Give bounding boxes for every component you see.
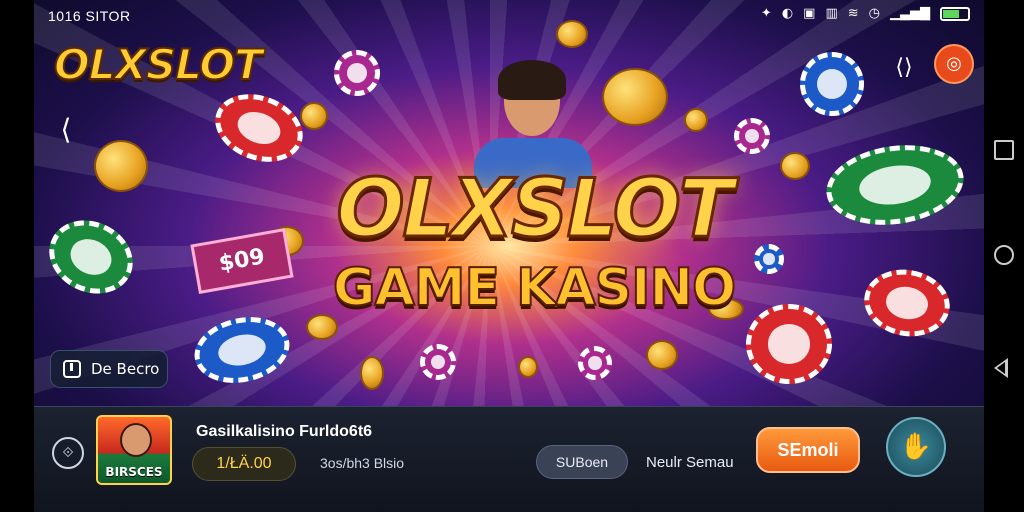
gold-coin xyxy=(360,356,384,390)
recent-apps-icon[interactable] xyxy=(994,140,1014,160)
casino-chip xyxy=(578,346,612,380)
system-nav-bar xyxy=(984,0,1024,512)
thumbnail-face xyxy=(120,423,152,457)
avatar[interactable]: ✋ xyxy=(886,417,946,477)
text-link[interactable]: Neulr Semau xyxy=(646,454,734,471)
system-back-icon[interactable] xyxy=(994,358,1008,378)
balance-label: 3os/bh3 Blsio xyxy=(320,455,405,471)
casino-chip xyxy=(800,52,864,116)
bottom-panel: ⟐ BIRSCES Gasilkalisino Furldo6t6 1/ŁÄ.0… xyxy=(34,406,984,512)
hero-subtitle: GAME KASINO xyxy=(332,257,737,319)
game-thumbnail-label: BIRSCES xyxy=(105,465,163,479)
signal-strength-icon: ▥ xyxy=(825,6,838,21)
secondary-button[interactable]: SUBoen xyxy=(536,445,628,479)
gold-coin xyxy=(646,340,678,370)
gold-coin xyxy=(780,152,810,180)
casino-chip xyxy=(420,344,456,380)
notification-icon: ✦ xyxy=(760,6,772,21)
game-thumbnail[interactable]: BIRSCES xyxy=(96,415,172,485)
cta-button[interactable]: SEmoli xyxy=(756,427,860,473)
game-title: Gasilkalisino Furldo6t6 xyxy=(196,423,373,440)
gold-coin xyxy=(518,356,538,378)
status-bar: 1016 SITOR ✦ ◐ ▣ ▥ ≋ ◷ ▁▃▅▇ xyxy=(34,0,984,32)
demo-button-label: De Becro xyxy=(91,360,160,378)
menu-icon[interactable]: ⟐ xyxy=(52,437,84,469)
share-icon[interactable]: ⟨⟩ xyxy=(886,50,922,86)
gold-coin xyxy=(684,108,708,132)
cell-signal-icon: ▁▃▅▇ xyxy=(890,6,930,21)
profile-icon[interactable]: ◎ xyxy=(934,44,974,84)
gold-coin xyxy=(556,20,588,48)
app-logo: OLXSLOT xyxy=(53,39,264,90)
wifi-icon: ≋ xyxy=(847,6,859,21)
gold-coin xyxy=(94,140,148,192)
app-screen: 1016 SITOR ✦ ◐ ▣ ▥ ≋ ◷ ▁▃▅▇ OLXSLOT ⟨ ⟨⟩… xyxy=(34,0,984,512)
battery-icon xyxy=(940,6,970,21)
alarm-icon: ◐ xyxy=(781,6,794,21)
character-hair xyxy=(498,60,566,100)
demo-icon xyxy=(63,360,81,378)
back-icon[interactable]: ⟨ xyxy=(48,112,84,148)
casino-chip xyxy=(334,50,380,96)
clock-icon: ◷ xyxy=(868,6,880,21)
phone-frame: 1016 SITOR ✦ ◐ ▣ ▥ ≋ ◷ ▁▃▅▇ OLXSLOT ⟨ ⟨⟩… xyxy=(0,0,1024,512)
balance-display: 1/ŁÄ.00 xyxy=(192,447,296,481)
lock-icon: ▣ xyxy=(803,6,816,21)
home-icon[interactable] xyxy=(994,245,1014,265)
gold-coin xyxy=(300,102,328,130)
demo-button[interactable]: De Becro xyxy=(50,350,168,388)
casino-chip xyxy=(734,118,770,154)
status-icons: ✦ ◐ ▣ ▥ ≋ ◷ ▁▃▅▇ xyxy=(761,6,970,21)
status-time: 1016 SITOR xyxy=(48,8,131,24)
battery-fill xyxy=(943,9,959,18)
hero-title: OLXSLOT xyxy=(335,162,735,255)
